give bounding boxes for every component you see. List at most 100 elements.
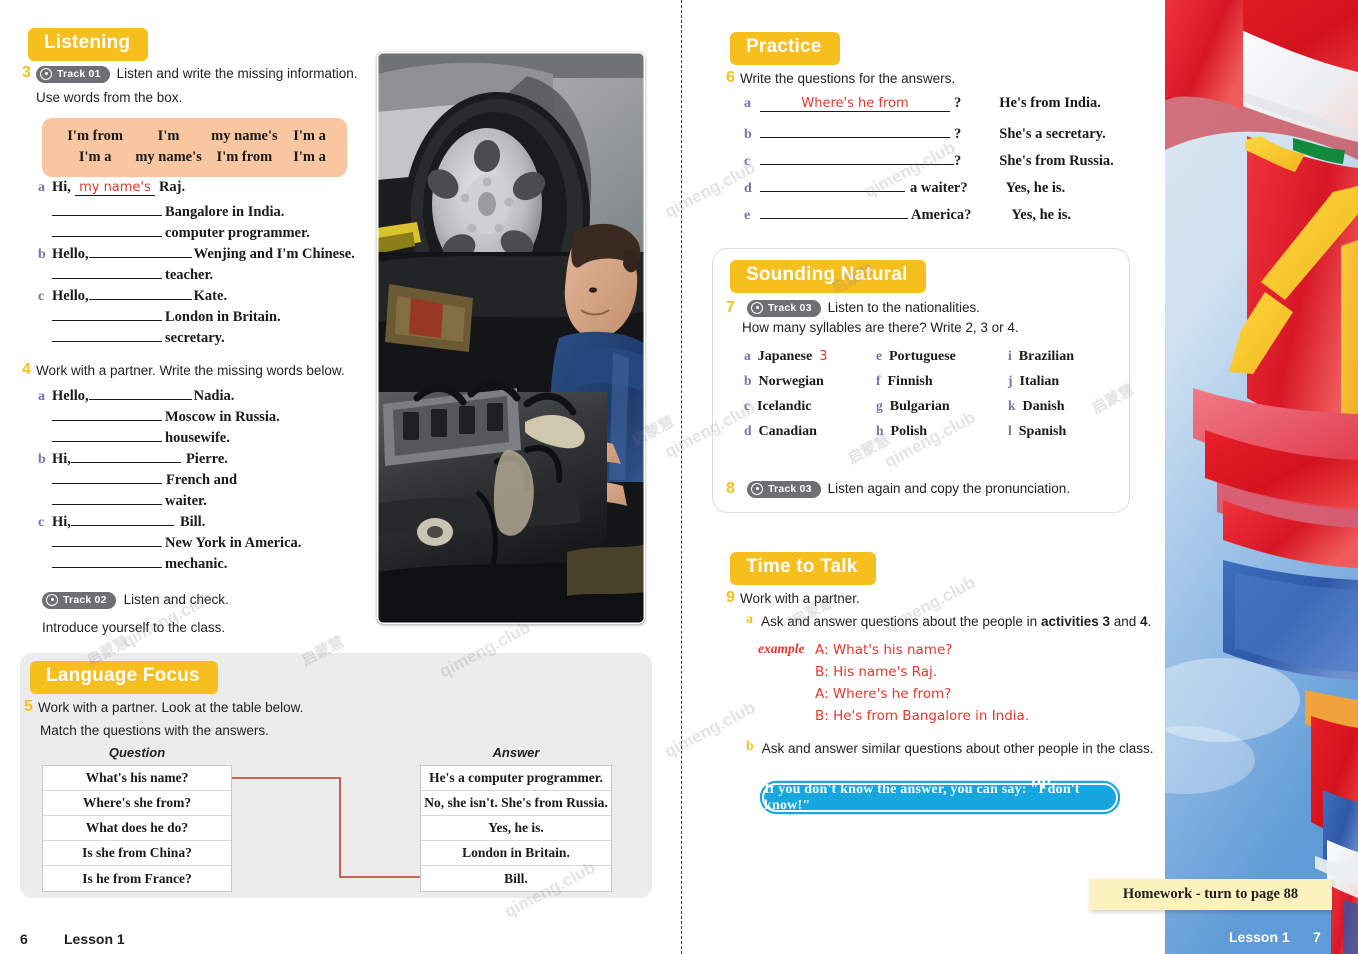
item-text-post: secretary. [165, 330, 225, 346]
nationality-item[interactable]: k Danish [1008, 398, 1114, 415]
answer-blank[interactable] [52, 553, 162, 568]
disc-icon [751, 301, 763, 314]
nationality-item[interactable]: b Norwegian [744, 373, 876, 390]
exercise-item: b Hello, Wenjing and I'm Chinese. [38, 243, 368, 264]
exercise-item: Bangalore in India. [38, 201, 368, 222]
syllable-answer[interactable]: 3 [819, 349, 827, 364]
answer-blank[interactable] [52, 532, 162, 547]
track-badge-03-a[interactable]: Track 03 [747, 299, 821, 317]
flags-photo [1165, 0, 1358, 954]
table-row[interactable]: What does he do? [43, 816, 231, 841]
table-row[interactable]: London in Britain. [421, 841, 611, 866]
exercise-number-3: 3 [22, 64, 31, 81]
item-letter: a [38, 389, 45, 404]
answer-blank[interactable] [52, 406, 162, 421]
track-badge-02[interactable]: Track 02 [42, 591, 116, 609]
practice-item: b ? She's a secretary. [744, 123, 1144, 150]
answer-blank[interactable] [70, 448, 181, 463]
exercise-item: French and [38, 469, 368, 490]
item-suffix: ? [954, 153, 962, 169]
answer-blank[interactable] [760, 204, 908, 219]
exercise-item: Moscow in Russia. [38, 406, 368, 427]
item-text-post: Pierre. [185, 451, 228, 467]
table-row[interactable]: What's his name? [43, 766, 231, 791]
track-02-text: Listen and check. [123, 592, 229, 607]
answer-blank[interactable] [88, 385, 192, 400]
exercise-item: waiter. [38, 490, 368, 511]
page-number-right: 7 [1313, 929, 1321, 945]
nationality-item[interactable]: e Portuguese [876, 348, 1008, 365]
nationality-item[interactable]: g Bulgarian [876, 398, 1008, 415]
example-line: B: He's from Bangalore in India. [815, 707, 1030, 724]
track-label: Track 01 [57, 67, 101, 80]
answer-blank-filled[interactable]: my name's [74, 180, 155, 196]
item-text-post: Bill. [179, 514, 206, 530]
nationality-item[interactable]: l Spanish [1008, 423, 1114, 440]
exercise-item: a Hi, my name's Raj. [38, 180, 368, 201]
table-row[interactable]: No, she isn't. She's from Russia. [421, 791, 611, 816]
nationality-item[interactable]: j Italian [1008, 373, 1114, 390]
track-label: Track 02 [63, 593, 107, 606]
item-suffix: a waiter? [910, 180, 968, 196]
answer-blank[interactable] [52, 306, 162, 321]
answer-blank[interactable] [52, 264, 162, 279]
sub-a-bold-2: 4 [1140, 614, 1148, 629]
table-row[interactable]: Yes, he is. [421, 816, 611, 841]
item-letter: e [744, 208, 751, 223]
sub-item-b-text: Ask and answer similar questions about o… [761, 741, 1154, 756]
homework-text: Homework - turn to page 88 [1122, 886, 1299, 902]
exercise-number-6: 6 [726, 69, 735, 86]
answer-blank[interactable] [88, 285, 192, 300]
practice-item: c ? She's from Russia. [744, 150, 1144, 177]
nationality-item[interactable]: d Canadian [744, 423, 876, 440]
word-box-row: I'm from I'm my name's I'm a [56, 126, 333, 147]
answer-blank[interactable] [52, 469, 162, 484]
nationality-word: Portuguese [889, 349, 956, 364]
item-text-pre: Hello, [52, 388, 89, 404]
answer-blank[interactable] [52, 490, 162, 505]
word-chip: my name's [135, 148, 202, 165]
answer-blank[interactable] [52, 427, 162, 442]
answer-blank[interactable] [70, 511, 174, 526]
item-text-post: Kate. [193, 288, 228, 304]
exercise-item: computer programmer. [38, 222, 368, 243]
item-letter: c [744, 154, 751, 169]
item-text-post: waiter. [165, 493, 207, 509]
disc-icon [751, 482, 763, 495]
answer-blank[interactable] [52, 201, 162, 216]
item-letter: c [38, 515, 45, 530]
table-row[interactable]: Is she from China? [43, 841, 231, 866]
table-row[interactable]: Bill. [421, 866, 611, 891]
answer-blank[interactable] [52, 222, 162, 237]
nationality-item[interactable]: f Finnish [876, 373, 1008, 390]
nationality-word: Bulgarian [889, 399, 950, 414]
exercise-item: b Hi, Pierre. [38, 448, 368, 469]
nationality-item[interactable]: h Polish [876, 423, 1008, 440]
section-title-language-focus: Language Focus [30, 661, 218, 694]
item-letter: g [876, 398, 883, 413]
answer-blank[interactable] [760, 123, 950, 138]
answer-blank-filled[interactable]: Where's he from [760, 96, 950, 112]
answer-blank[interactable] [760, 177, 905, 192]
answer-blank[interactable] [88, 243, 192, 258]
answer-blank[interactable] [52, 327, 162, 342]
nationality-item[interactable]: a Japanese 3 [744, 348, 876, 365]
item-suffix: ? [954, 95, 962, 111]
textbook-spread: Listening 3 Track 01 Listen and write th… [0, 0, 1358, 954]
sub-item-letter-a: a [746, 612, 753, 627]
disc-icon [46, 593, 58, 606]
table-row[interactable]: He's a computer programmer. [421, 766, 611, 791]
track-badge-01[interactable]: Track 01 [36, 65, 110, 83]
track-badge-03-b[interactable]: Track 03 [747, 480, 821, 498]
item-letter: k [1008, 398, 1016, 413]
exercise-number-7: 7 [726, 299, 735, 317]
table-row[interactable]: Where's she from? [43, 791, 231, 816]
word-chip: I'm from [216, 148, 273, 165]
answer-blank[interactable] [760, 150, 954, 165]
example-line: A: What's his name? [815, 642, 953, 658]
nationality-item[interactable]: c Icelandic [744, 398, 876, 415]
section-title-practice: Practice [730, 32, 840, 65]
practice-item: e America? Yes, he is. [744, 204, 1144, 231]
nationality-item[interactable]: i Brazilian [1008, 348, 1114, 365]
table-row[interactable]: Is he from France? [43, 866, 231, 891]
